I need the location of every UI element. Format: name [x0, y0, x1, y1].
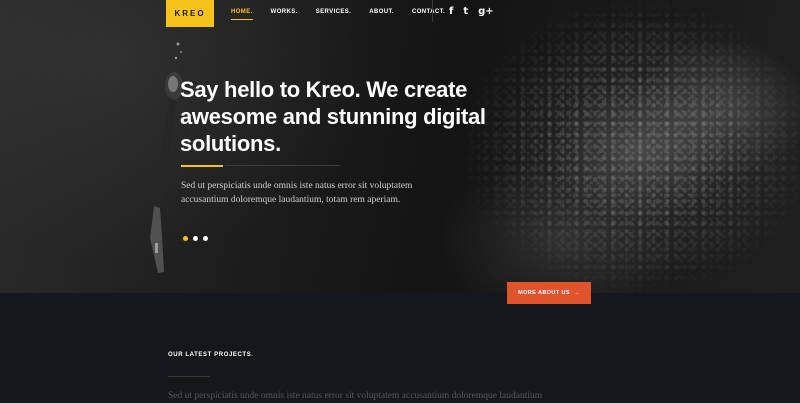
arrow-right-icon: → [573, 290, 580, 296]
nav-item-services[interactable]: SERVICES. [316, 9, 352, 15]
hero-headline: Say hello to Kreo. We create awesome and… [180, 77, 486, 156]
slider-dots [183, 236, 208, 241]
nav-divider [432, 0, 433, 22]
headline-accent-line [181, 165, 223, 167]
slider-dot-1[interactable] [183, 236, 188, 241]
slider-dot-2[interactable] [193, 236, 198, 241]
more-about-us-button[interactable]: MORE ABOUT US → [507, 282, 591, 304]
main-menu: HOME. WORKS. SERVICES. ABOUT. CONTACT. [231, 9, 463, 20]
diver-image [150, 42, 183, 273]
more-about-us-label: MORE ABOUT US [518, 290, 570, 296]
nav-item-home[interactable]: HOME. [231, 9, 253, 20]
headline-divider [225, 165, 340, 166]
projects-title-dot: . [251, 352, 254, 358]
projects-title-text: OUR LATEST PROJECTS [168, 352, 252, 358]
top-navigation: KREO HOME. WORKS. SERVICES. ABOUT. CONTA… [0, 0, 800, 28]
google-plus-icon[interactable]: g+ [478, 6, 494, 17]
kreo-logo[interactable]: KREO [166, 0, 214, 27]
twitter-icon[interactable]: t [463, 6, 468, 17]
slider-dot-3[interactable] [203, 236, 208, 241]
facebook-icon[interactable]: f [449, 6, 453, 17]
nav-item-contact[interactable]: CONTACT. [412, 9, 445, 15]
nav-item-works[interactable]: WORKS. [271, 9, 298, 15]
projects-divider [168, 376, 210, 377]
nav-item-about[interactable]: ABOUT. [369, 9, 394, 15]
hero-subtext: Sed ut perspiciatis unde omnis iste natu… [181, 181, 413, 205]
projects-section-title: OUR LATEST PROJECTS. [168, 352, 254, 358]
projects-description: Sed ut perspiciatis unde omnis iste natu… [168, 391, 543, 401]
social-links: f t g+ [449, 6, 494, 17]
